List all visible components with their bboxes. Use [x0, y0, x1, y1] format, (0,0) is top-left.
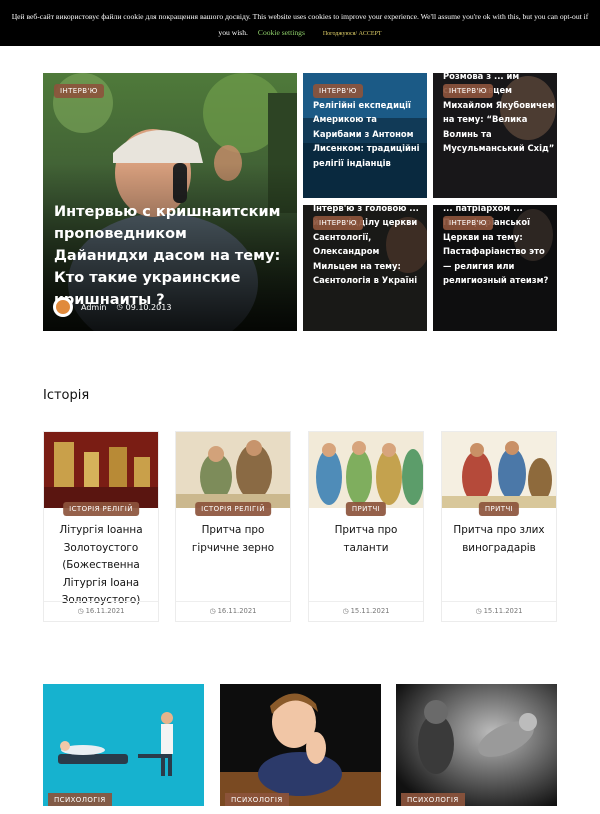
featured-main-card[interactable]: Інтерв'ю Интервью с кришнаитским пропове… [43, 73, 297, 331]
history-card-date: ◷ 15.11.2021 [442, 601, 556, 615]
history-card-image[interactable] [442, 432, 556, 508]
history-card-date: ◷ 15.11.2021 [309, 601, 423, 615]
featured-grid: Інтерв'ю Интервью с кришнаитским пропове… [43, 73, 557, 331]
psychology-card-image [220, 684, 381, 806]
featured-card-title[interactable]: Релігійні експедиції Америкою та Карибам… [313, 98, 425, 170]
history-card-tag[interactable]: Притчі [478, 502, 520, 516]
featured-card[interactable]: Інтерв'ю Релігійні експедиції Америкою т… [303, 73, 427, 198]
cookie-settings-link[interactable]: Cookie settings [258, 28, 305, 37]
section-title-history[interactable]: Історія [43, 388, 89, 403]
history-card-image[interactable] [44, 432, 158, 508]
history-card-title[interactable]: Літургія Іоанна Золотоустого (Божественн… [48, 522, 154, 610]
post-date: 09.10.2013 [125, 302, 172, 312]
featured-main-title[interactable]: Интервью с кришнаитским проповедником Да… [54, 201, 284, 311]
clock-icon: ◷ [209, 607, 218, 615]
history-card-date: ◷ 16.11.2021 [176, 601, 290, 615]
featured-main-meta: Admin ◷ 09.10.2013 [53, 297, 171, 317]
psychology-card-tag[interactable]: Психологія [401, 793, 465, 806]
history-card-tag[interactable]: Історія релігій [63, 502, 139, 516]
featured-card-tag[interactable]: Інтерв'ю [313, 216, 363, 230]
psychology-card[interactable]: Психологія [220, 684, 381, 806]
cookie-bar: Цей веб-сайт використовує файли cookie д… [0, 0, 600, 46]
clock-icon: ◷ [475, 607, 484, 615]
clock-icon: ◷ [77, 607, 86, 615]
history-card[interactable]: Історія релігій Притча про гірчичне зерн… [175, 431, 291, 622]
history-card[interactable]: Притчі Притча про злих виноградарів ◷ 15… [441, 431, 557, 622]
psychology-card-tag[interactable]: Психологія [225, 793, 289, 806]
history-card-title[interactable]: Притча про злих виноградарів [446, 522, 552, 557]
featured-card-tag[interactable]: Інтерв'ю [443, 216, 493, 230]
history-card-date: ◷ 16.11.2021 [44, 601, 158, 615]
history-card[interactable]: Історія релігій Літургія Іоанна Золотоус… [43, 431, 159, 622]
psychology-card-image [396, 684, 557, 806]
featured-card[interactable]: ... патріархом ... Пастафаріанської Церк… [433, 205, 557, 331]
history-card-title[interactable]: Притча про таланти [313, 522, 419, 557]
psychology-card-tag[interactable]: Психологія [48, 793, 112, 806]
featured-card-tag[interactable]: Інтерв'ю [313, 84, 363, 98]
clock-icon: ◷ [116, 303, 123, 311]
cookie-accept-button[interactable]: Погоджуюся/ ACCEPT [323, 31, 382, 37]
featured-main-tag[interactable]: Інтерв'ю [54, 84, 104, 98]
history-card-title[interactable]: Притча про гірчичне зерно [180, 522, 286, 557]
history-card[interactable]: Притчі Притча про таланти ◷ 15.11.2021 [308, 431, 424, 622]
psychology-card[interactable]: Психологія [43, 684, 204, 806]
history-card-tag[interactable]: Історія релігій [195, 502, 271, 516]
featured-card[interactable]: Розмова з ... им сходознавцем Михайлом Я… [433, 73, 557, 198]
psychology-card-image [43, 684, 204, 806]
clock-icon: ◷ [342, 607, 351, 615]
history-card-tag[interactable]: Притчі [345, 502, 387, 516]
author-avatar-icon [53, 297, 73, 317]
featured-card[interactable]: Інтерв'ю з головою ... йного відділу цер… [303, 205, 427, 331]
history-card-image[interactable] [309, 432, 423, 508]
psychology-card[interactable]: Психологія [396, 684, 557, 806]
featured-card-tag[interactable]: Інтерв'ю [443, 84, 493, 98]
history-card-image[interactable] [176, 432, 290, 508]
author-name[interactable]: Admin [81, 303, 107, 312]
